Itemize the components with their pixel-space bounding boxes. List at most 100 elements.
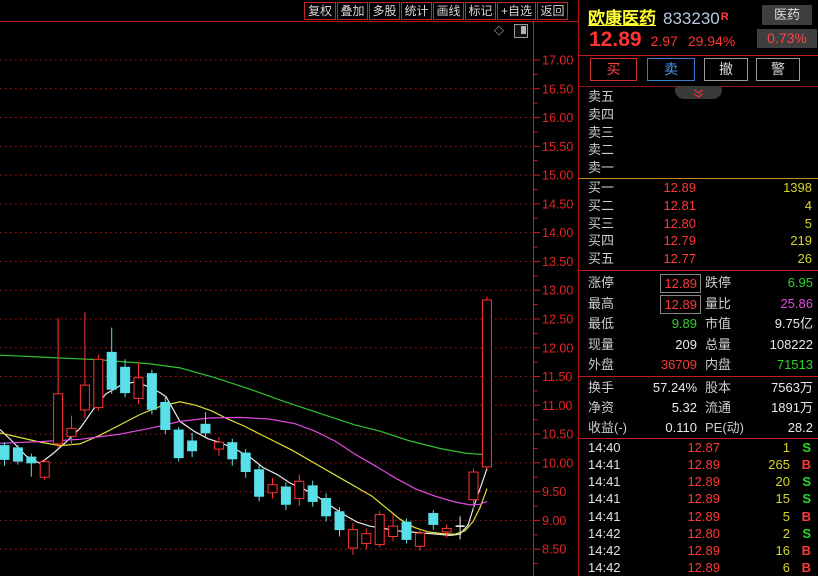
candle	[107, 352, 116, 389]
tick-side: B	[802, 542, 811, 559]
buy-button[interactable]: 买	[590, 58, 637, 81]
tick-trade-row: 14:4212.896B	[579, 559, 818, 576]
tick-trade-row: 14:4012.871S	[579, 439, 818, 456]
candle	[389, 526, 398, 536]
axis-tick-label: 15.00	[542, 169, 573, 183]
divider	[579, 270, 818, 271]
level-volume: 5	[805, 215, 812, 233]
buy-level-row[interactable]: 买三12.805	[579, 215, 818, 233]
tick-price: 12.89	[687, 473, 720, 490]
price-change-pct: 29.94%	[688, 33, 735, 49]
last-price: 12.89	[589, 28, 642, 51]
candle	[255, 470, 264, 496]
sell-level-row[interactable]: 卖四	[579, 106, 818, 124]
tick-price: 12.89	[687, 490, 720, 507]
candle	[27, 457, 36, 463]
tick-time: 14:42	[588, 559, 621, 576]
industry-chip[interactable]: 医药	[762, 5, 812, 25]
stat-value: 12.89	[660, 295, 701, 314]
level-price: 12.80	[663, 215, 696, 233]
sell-level-row[interactable]: 卖三	[579, 124, 818, 142]
split-view-icon[interactable]	[514, 24, 528, 38]
level-label: 买一	[588, 179, 614, 197]
candle	[482, 300, 491, 467]
candle	[0, 446, 9, 460]
tick-time: 14:41	[588, 473, 621, 490]
stat-value: 9.75亿	[775, 314, 813, 335]
level-volume: 1398	[783, 179, 812, 197]
stat-label: 现量	[588, 335, 614, 356]
alert-button[interactable]: 警	[756, 58, 800, 81]
stat-label: 总量	[705, 335, 731, 356]
stat-label: 市值	[705, 314, 731, 335]
quote-stats: 涨停12.89跌停6.95最高12.89量比25.86最低9.89市值9.75亿…	[579, 273, 818, 376]
candle	[362, 534, 371, 544]
sell-level-row[interactable]: 卖二	[579, 141, 818, 159]
level-label: 买四	[588, 232, 614, 250]
candle	[188, 441, 197, 451]
tick-trade-row: 14:41 12.89 20 S	[579, 473, 818, 490]
level-label: 卖三	[588, 124, 614, 142]
finance-stats: 换手57.24%股本7563万净资5.32流通1891万收益(-)0.110PE…	[579, 378, 818, 437]
candle	[13, 448, 22, 461]
finance-row: 收益(-)0.110PE(动)28.2	[579, 418, 818, 438]
tick-time: 14:42	[588, 542, 621, 559]
candle	[40, 462, 49, 478]
sell-levels: 卖五卖四卖三卖二卖一	[579, 88, 818, 177]
candle	[295, 481, 304, 498]
tick-volume: 6	[783, 559, 790, 576]
axis-tick-label: 12.00	[542, 341, 573, 355]
tick-price: 12.89	[687, 508, 720, 525]
level-label: 卖四	[588, 106, 614, 124]
candle	[429, 513, 438, 524]
candle	[94, 359, 103, 407]
tick-side: S	[802, 525, 811, 542]
candle	[134, 378, 143, 399]
candle	[161, 402, 170, 429]
buy-levels: 买一12.891398买二12.814买三12.805买四12.79219买五1…	[579, 179, 818, 268]
tick-side: S	[802, 473, 811, 490]
candle	[228, 443, 237, 459]
finance-row: 净资5.32流通1891万	[579, 398, 818, 418]
level-volume: 4	[805, 197, 812, 215]
stat-value: 36709	[661, 355, 697, 376]
axis-tick-label: 10.00	[542, 456, 573, 470]
candle	[375, 515, 384, 545]
candle	[121, 367, 130, 392]
buy-level-row[interactable]: 买四12.79219	[579, 232, 818, 250]
divider	[579, 55, 818, 56]
industry-change-chip[interactable]: 0.73%	[757, 29, 817, 48]
candle	[322, 499, 331, 516]
tick-volume: 15	[776, 490, 790, 507]
tick-side: S	[802, 439, 811, 456]
tick-side: B	[802, 559, 811, 576]
level-label: 卖一	[588, 159, 614, 177]
axis-tick-label: 10.50	[542, 428, 573, 442]
candlestick-chart[interactable]: 17.0016.5016.0015.5015.0014.5014.0013.50…	[0, 0, 578, 576]
price-line: 12.892.9729.94%	[589, 28, 735, 52]
buy-level-row[interactable]: 买一12.891398	[579, 179, 818, 197]
level-label: 买五	[588, 250, 614, 268]
stock-terminal-window: 复权叠加多股统计画线标记+自选返回 17.0016.5016.0015.5015…	[0, 0, 818, 576]
candle	[67, 428, 76, 436]
tick-side: S	[802, 490, 811, 507]
tick-price: 12.87	[687, 439, 720, 456]
candle	[415, 533, 424, 546]
cancel-order-button[interactable]: 撤	[704, 58, 748, 81]
axis-tick-label: 12.50	[542, 312, 573, 326]
buy-level-row[interactable]: 买二12.814	[579, 197, 818, 215]
axis-tick-label: 14.00	[542, 226, 573, 240]
stock-header: 欧康医药833230R	[588, 4, 729, 29]
tick-volume: 20	[776, 473, 790, 490]
sell-level-row[interactable]: 卖五	[579, 88, 818, 106]
margin-flag: R	[721, 11, 729, 23]
tick-time: 14:42	[588, 525, 621, 542]
buy-level-row[interactable]: 买五12.7726	[579, 250, 818, 268]
finance-row: 换手57.24%股本7563万	[579, 378, 818, 398]
finance-value: 0.110	[665, 418, 697, 438]
sell-level-row[interactable]: 卖一	[579, 159, 818, 177]
drawing-diamond-icon[interactable]: ◇	[494, 22, 504, 37]
finance-value: 28.2	[788, 418, 813, 438]
sell-button[interactable]: 卖	[647, 58, 695, 81]
stat-value: 9.89	[672, 314, 697, 335]
